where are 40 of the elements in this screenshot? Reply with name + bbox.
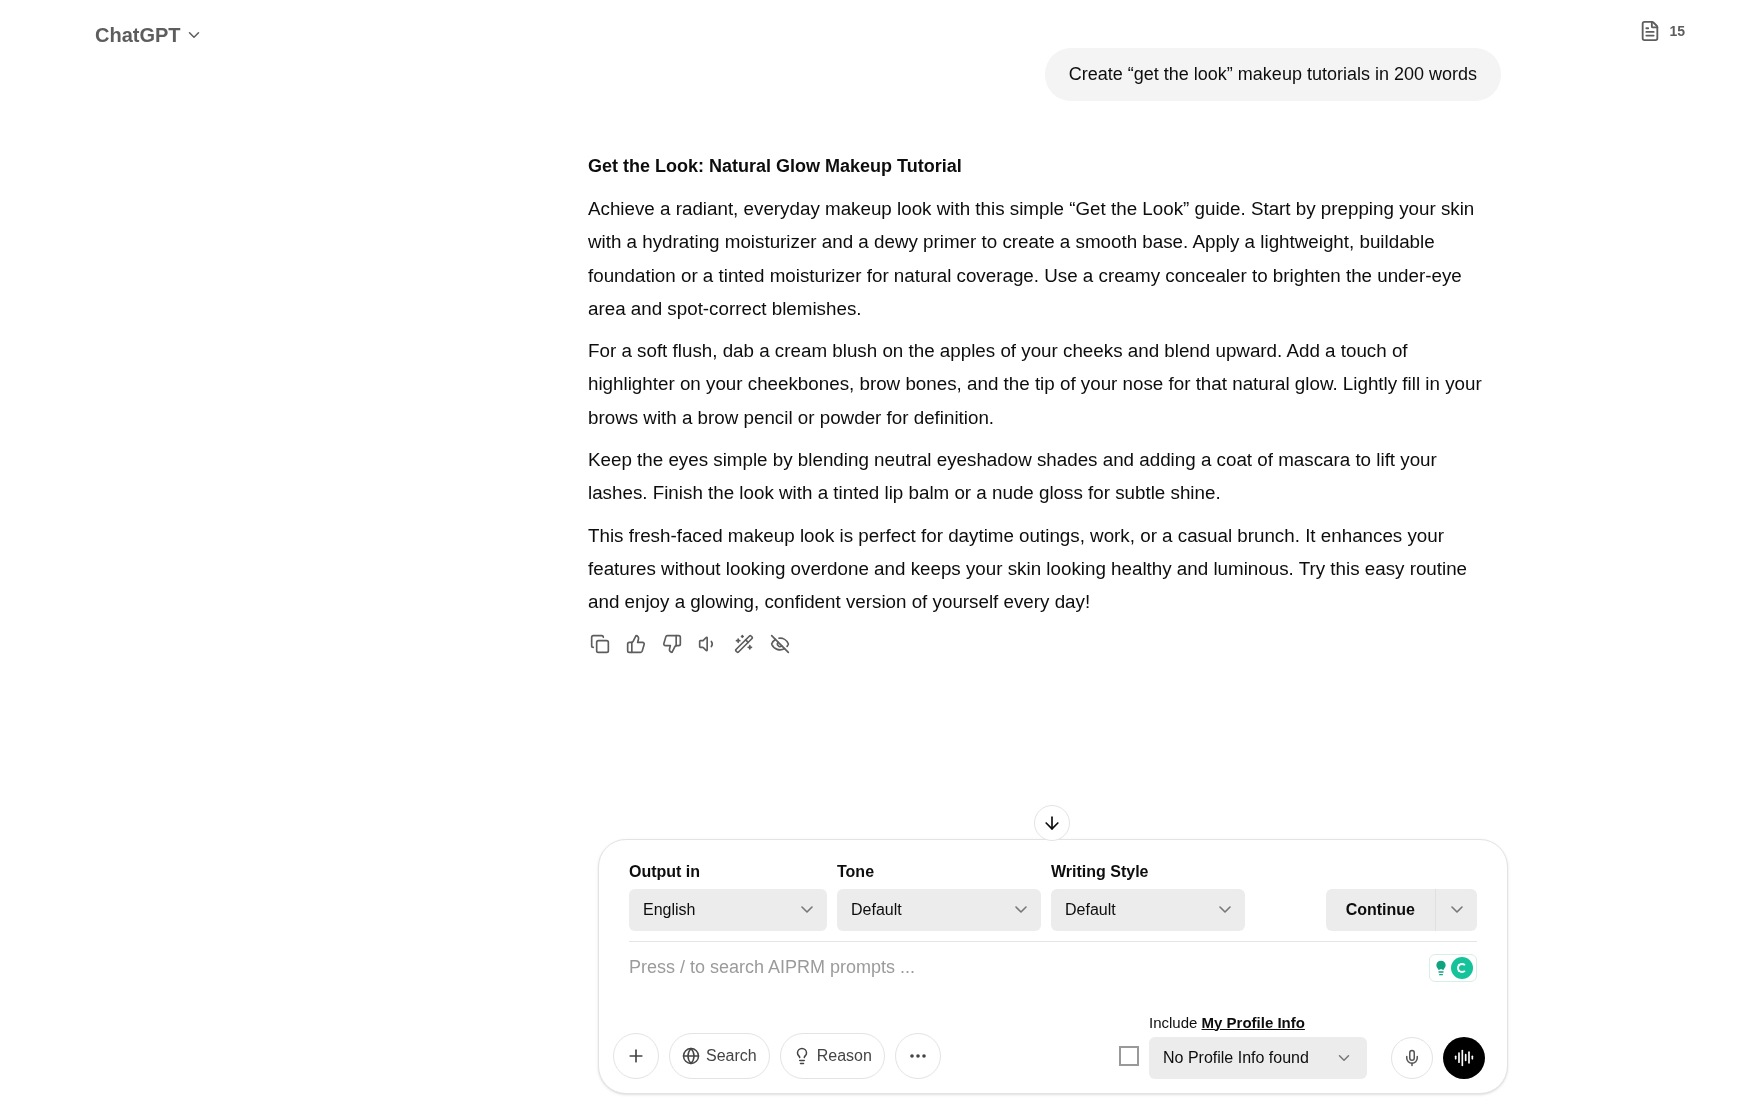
microphone-icon bbox=[1403, 1049, 1421, 1067]
chevron-down-icon bbox=[801, 906, 813, 913]
response-heading: Get the Look: Natural Glow Makeup Tutorial bbox=[588, 155, 963, 178]
eye-off-icon bbox=[769, 634, 790, 655]
eye-off-button[interactable] bbox=[768, 632, 791, 656]
thumbs-up-icon bbox=[625, 634, 646, 655]
audio-waves-icon bbox=[1454, 1048, 1474, 1068]
globe-icon bbox=[682, 1047, 700, 1065]
thumbs-down-button[interactable] bbox=[660, 632, 683, 656]
dropdown-select[interactable]: Default bbox=[837, 888, 1041, 931]
select-label: Output in bbox=[629, 861, 702, 882]
voice-mode-button[interactable] bbox=[1443, 1037, 1485, 1079]
magic-pen-button[interactable] bbox=[732, 632, 755, 656]
chevron-down-icon bbox=[1450, 906, 1463, 913]
select-label: Writing Style bbox=[1051, 861, 1150, 882]
dropdown-select[interactable]: Default bbox=[1051, 888, 1245, 931]
profile-link[interactable]: My Profile Info bbox=[1201, 1013, 1305, 1031]
response-paragraph: Achieve a radiant, everyday makeup look with this simple “Get the Look” guide. Start by prepping your skin with a hydrating moisturizer and a dewy primer to create a smooth base. Apply a lightweight, buildable foundation or a tinted moisturizer for natural coverage. Use a creamy concealer to brighten the under-eye area and spot-correct blemishes. bbox=[588, 197, 1476, 321]
user-message: Create “get the look” makeup tutorials in 200 words bbox=[1044, 48, 1501, 101]
scroll-down-button[interactable] bbox=[1034, 804, 1070, 841]
document-count: 15 bbox=[1669, 21, 1685, 41]
include-profile-text: Include My Profile Info bbox=[1149, 1012, 1306, 1033]
copy-button[interactable] bbox=[588, 632, 611, 656]
thumbs-down-icon bbox=[661, 634, 682, 655]
copy-icon bbox=[589, 634, 610, 655]
response-paragraph: Keep the eyes simple by blending neutral eyeshadow shades and adding a coat of mascara to lift your lashes. Finish the look with a tinted lip balm or a nude gloss for subtle shine. bbox=[588, 448, 1438, 506]
extension-icon[interactable] bbox=[1429, 953, 1477, 982]
more-icon bbox=[909, 1054, 926, 1058]
magic-pen-icon bbox=[733, 634, 754, 655]
model-selector[interactable]: ChatGPT bbox=[95, 20, 203, 50]
response-paragraph: For a soft flush, dab a cream blush on the apples of your cheeks and blend upward. Add a touch of highlighter on your cheekbones, brow bones, and the tip of your nose for that natural glow. Lightly fill in your brows with a brow pencil or powder for definition. bbox=[588, 339, 1483, 430]
thumbs-up-button[interactable] bbox=[624, 632, 647, 656]
profile-select[interactable]: No Profile Info found bbox=[1149, 1037, 1367, 1079]
select-label: Tone bbox=[837, 861, 876, 882]
prompt-input[interactable]: Press / to search AIPRM prompts ... bbox=[629, 954, 1429, 981]
chevron-down-icon bbox=[1015, 906, 1027, 913]
profile-checkbox[interactable] bbox=[1119, 1046, 1139, 1066]
dropdown-select[interactable]: English bbox=[629, 888, 827, 931]
response-paragraph: This fresh-faced makeup look is perfect for daytime outings, work, or a casual brunch. It enhances your features without looking overdone and keeps your skin looking healthy and luminous. Try this easy routine and enjoy a glowing, confident version of yourself every day! bbox=[588, 523, 1469, 615]
chevron-down-icon bbox=[1219, 906, 1231, 913]
